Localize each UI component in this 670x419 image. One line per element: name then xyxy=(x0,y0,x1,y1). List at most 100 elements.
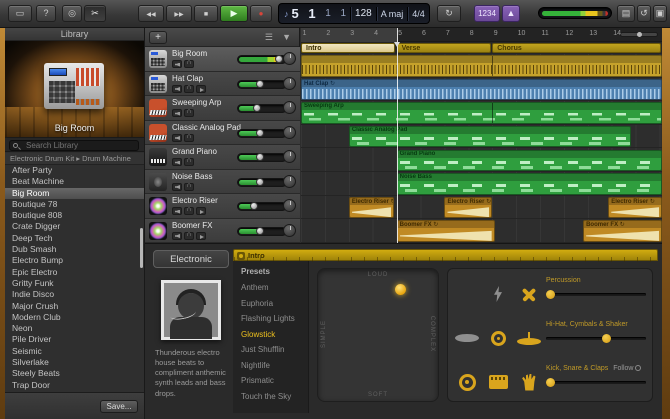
pan-knob[interactable] xyxy=(283,101,296,114)
volume-thumb[interactable] xyxy=(256,79,265,88)
drum-icon-cell[interactable] xyxy=(452,325,482,351)
library-item[interactable]: Crate Digger xyxy=(5,221,144,232)
track-header[interactable]: Grand Piano xyxy=(145,145,300,170)
mute-button[interactable] xyxy=(172,158,182,166)
volume-thumb[interactable] xyxy=(250,202,259,210)
drum-level-knob[interactable] xyxy=(546,378,555,387)
drum-level-knob[interactable] xyxy=(602,334,611,343)
preset-item[interactable]: Anthem xyxy=(233,280,308,296)
ruler[interactable]: 1 2 3 4 5 6 7 8 9 10 11 12 13 14 xyxy=(301,28,662,42)
region-ruler-bar[interactable]: Intro xyxy=(233,249,658,262)
library-item[interactable]: After Party xyxy=(5,165,144,176)
mute-button[interactable] xyxy=(172,207,182,215)
region-big-room[interactable] xyxy=(301,55,662,77)
follow-checkbox[interactable] xyxy=(635,365,642,372)
library-item[interactable]: Trap Door xyxy=(5,380,144,391)
drum-icon-cell[interactable] xyxy=(483,369,513,395)
library-item[interactable]: Deep Tech xyxy=(5,233,144,244)
metronome-button[interactable]: ▲ xyxy=(502,5,520,22)
library-item[interactable]: Beat Machine xyxy=(5,176,144,187)
cycle-button[interactable]: ↻ xyxy=(437,5,461,22)
drum-icon-cell[interactable] xyxy=(514,281,544,307)
solo-button[interactable] xyxy=(184,133,194,142)
drum-icon-cell[interactable] xyxy=(483,325,513,351)
mute-button[interactable] xyxy=(172,109,182,117)
volume-slider[interactable] xyxy=(237,55,287,64)
track-header[interactable]: Boomer FX xyxy=(145,218,300,243)
pan-knob[interactable] xyxy=(283,52,296,65)
library-item[interactable]: Silverlake xyxy=(5,357,144,368)
library-item[interactable]: Big Room xyxy=(5,187,144,199)
mute-button[interactable] xyxy=(172,60,182,68)
mute-button[interactable] xyxy=(172,84,182,93)
track-header[interactable]: Classic Analog Pad xyxy=(145,120,300,145)
volume-slider[interactable] xyxy=(237,128,287,138)
volume-slider[interactable] xyxy=(237,177,287,187)
library-item[interactable]: Indie Disco xyxy=(5,289,144,300)
smart-controls-button[interactable]: ◎ xyxy=(62,5,82,22)
volume-thumb[interactable] xyxy=(256,128,265,137)
pan-knob[interactable] xyxy=(283,223,296,237)
library-item[interactable]: Pile Driver xyxy=(5,334,144,345)
solo-button[interactable] xyxy=(184,157,194,166)
input-monitor-button[interactable] xyxy=(196,207,206,215)
lcd-display[interactable]: ♪ 5 1 1 1 128 A maj 4/4 xyxy=(278,3,430,24)
solo-button[interactable] xyxy=(184,84,194,93)
mute-button[interactable] xyxy=(172,182,182,191)
catch-playhead-icon[interactable]: ▼ xyxy=(282,32,291,42)
media-browser-button[interactable]: ▣ xyxy=(653,5,667,22)
region-grand-piano[interactable]: Grand Piano xyxy=(396,149,662,172)
library-item[interactable]: Steely Beats xyxy=(5,368,144,379)
input-monitor-button[interactable] xyxy=(196,84,206,93)
forward-button[interactable]: ▶▶ xyxy=(166,5,192,22)
count-in-button[interactable]: 1234 xyxy=(474,5,500,22)
pan-knob[interactable] xyxy=(283,199,296,212)
solo-button[interactable] xyxy=(184,182,194,191)
library-item[interactable]: Major Crush xyxy=(5,301,144,312)
record-button[interactable]: ● xyxy=(250,5,272,22)
track-header[interactable]: Hat Clap xyxy=(145,71,300,96)
input-monitor-button[interactable] xyxy=(196,231,206,240)
library-scrollbar[interactable] xyxy=(140,228,143,268)
search-box[interactable] xyxy=(9,140,139,151)
preset-item[interactable]: Euphoria xyxy=(233,296,308,312)
arrangement-marker[interactable]: Chorus xyxy=(492,43,661,53)
playhead[interactable] xyxy=(393,28,400,243)
solo-button[interactable] xyxy=(184,206,194,215)
notepad-button[interactable]: ▤ xyxy=(617,5,635,22)
volume-thumb[interactable] xyxy=(256,153,265,161)
pan-knob[interactable] xyxy=(283,76,296,90)
automation-icon[interactable]: ☰ xyxy=(265,32,273,43)
drum-level-slider[interactable] xyxy=(546,334,646,343)
solo-button[interactable] xyxy=(184,59,194,68)
add-track-button[interactable]: + xyxy=(149,31,167,44)
library-item[interactable]: Boutique 808 xyxy=(5,210,144,221)
drum-level-knob[interactable] xyxy=(546,290,555,299)
library-item[interactable]: Neon xyxy=(5,323,144,334)
pan-knob[interactable] xyxy=(283,174,296,188)
region-sweeping-arp[interactable]: Sweeping Arp xyxy=(301,102,662,124)
loop-browser-button[interactable]: ↺ xyxy=(637,5,651,22)
xy-pad[interactable]: LOUD SOFT SIMPLE COMPLEX xyxy=(317,268,439,402)
library-item[interactable]: Seismic xyxy=(5,346,144,357)
library-item[interactable]: Gritty Funk xyxy=(5,278,144,289)
xy-puck[interactable] xyxy=(394,283,406,295)
drum-level-slider[interactable] xyxy=(546,290,646,299)
region-electro-riser[interactable]: Electro Riser ↻ xyxy=(608,196,662,219)
track-header[interactable]: Electro Riser xyxy=(145,194,300,219)
region-electro-riser[interactable]: Electro Riser ↻ xyxy=(348,196,395,219)
preset-item[interactable]: Touch the Sky xyxy=(233,389,308,405)
rewind-button[interactable]: ◀◀ xyxy=(138,5,164,22)
drum-icon-cell[interactable] xyxy=(483,281,513,307)
volume-thumb[interactable] xyxy=(256,226,265,235)
zoom-slider[interactable] xyxy=(620,32,658,37)
library-item[interactable]: Boutique 78 xyxy=(5,199,144,210)
region-electro-riser[interactable]: Electro Riser ↻ xyxy=(444,196,493,219)
region-boomer-fx[interactable]: Boomer FX ↻ xyxy=(396,220,495,242)
pan-knob[interactable] xyxy=(283,125,296,139)
drum-level-slider[interactable] xyxy=(546,378,646,387)
play-button[interactable]: ▶ xyxy=(220,5,248,22)
library-item[interactable]: Epic Electro xyxy=(5,267,144,278)
preset-item[interactable]: Nightlife xyxy=(233,358,308,374)
save-button[interactable]: Save... xyxy=(100,400,138,413)
